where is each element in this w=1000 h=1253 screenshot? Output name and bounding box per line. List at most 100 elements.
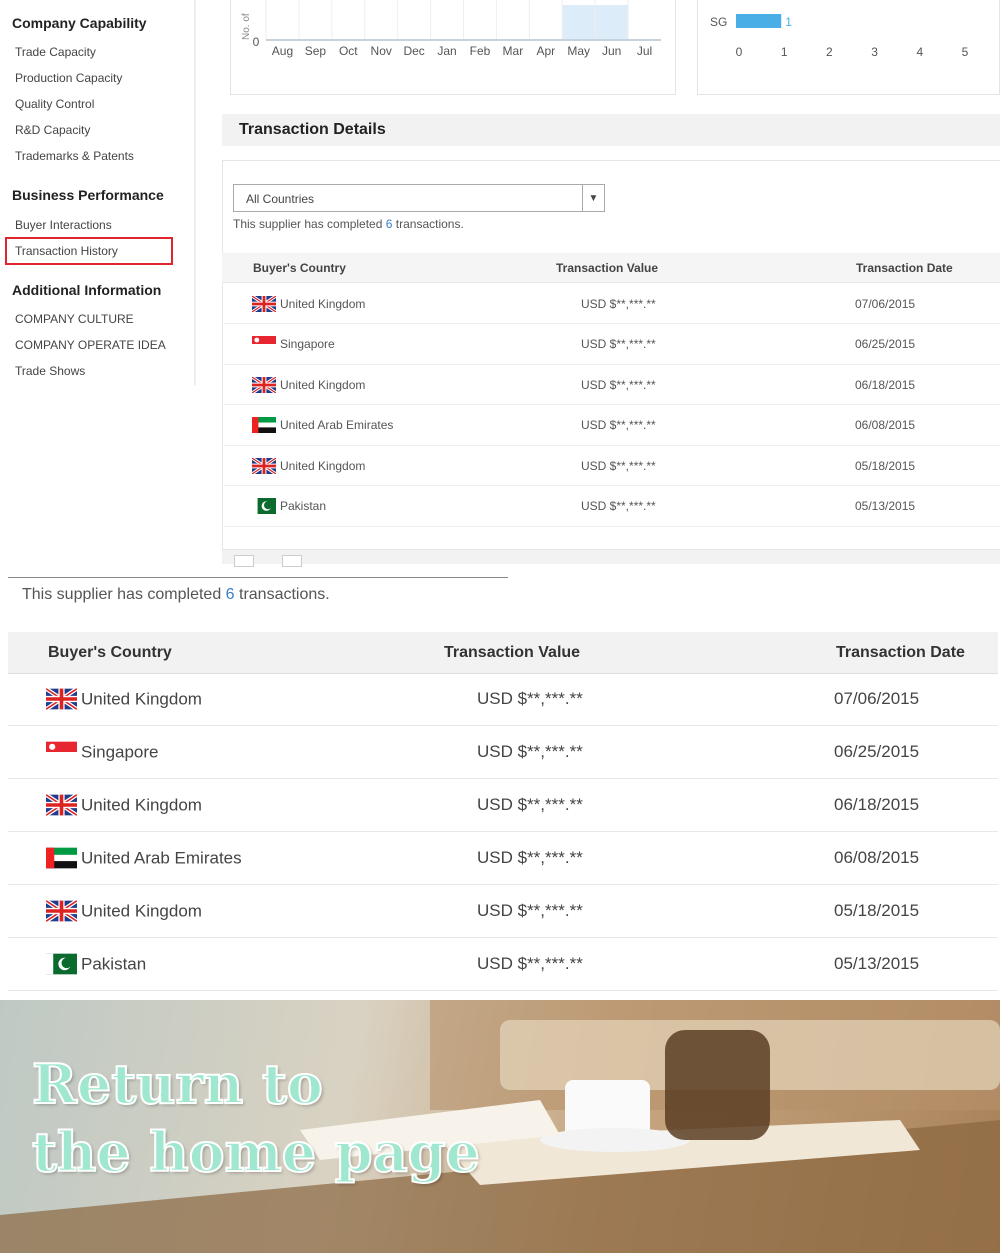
- sidebar-item-company-culture[interactable]: COMPANY CULTURE: [15, 312, 134, 326]
- transaction-date: 06/25/2015: [834, 742, 920, 761]
- table-row: United Kingdom USD $**,***.** 07/06/2015: [8, 673, 998, 726]
- sidebar-item-trade-capacity[interactable]: Trade Capacity: [15, 45, 96, 59]
- transaction-value: USD $**,***.**: [477, 795, 583, 814]
- country-chart-svg: 0 1 2 3 4 5 SG 1: [710, 14, 969, 59]
- table-row: Pakistan USD $**,***.** 05/13/2015: [222, 487, 1000, 527]
- table-row: United Kingdom USD $**,***.** 06/18/2015: [8, 779, 998, 832]
- transaction-count: 6: [225, 586, 235, 603]
- x-tick-label: 5: [962, 45, 969, 59]
- prev-page-button[interactable]: [234, 555, 254, 567]
- next-page-button[interactable]: [282, 555, 302, 567]
- sidebar-item-quality-control[interactable]: Quality Control: [15, 97, 94, 111]
- country-name: United Kingdom: [81, 901, 202, 920]
- transaction-date: 05/18/2015: [834, 901, 920, 920]
- table-row: United Kingdom USD $**,***.** 05/18/2015: [222, 446, 1000, 486]
- country-name: United Kingdom: [280, 377, 366, 392]
- country-cell: United Kingdom: [46, 794, 202, 816]
- transaction-value: USD $**,***.**: [477, 689, 583, 708]
- x-tick-label: Oct: [339, 44, 358, 58]
- table-row: United Kingdom USD $**,***.** 07/06/2015: [222, 284, 1000, 324]
- table-row: United Kingdom USD $**,***.** 05/18/2015: [8, 885, 998, 938]
- monthly-transactions-chart: Aug Sep Oct Nov Dec Jan Feb Mar Apr May Jun Jul 0 No.…: [230, 0, 676, 95]
- bar-value-label: 1: [785, 15, 792, 29]
- country-filter-value: All Countries: [246, 192, 315, 206]
- table-row: Singapore USD $**,***.** 06/25/2015: [8, 726, 998, 779]
- header-value: Transaction Value: [444, 643, 581, 661]
- transaction-date: 05/18/2015: [855, 458, 916, 473]
- sidebar-item-trademarks-patents[interactable]: Trademarks & Patents: [15, 149, 134, 163]
- x-tick-label: Jan: [437, 44, 456, 58]
- pk-flag-icon: [252, 498, 276, 514]
- table-row: United Kingdom USD $**,***.** 06/18/2015: [222, 365, 1000, 405]
- bar: [736, 14, 782, 28]
- transaction-value: USD $**,***.**: [477, 848, 583, 867]
- uk-flag-icon: [252, 295, 276, 312]
- y-axis-label: No. of: [241, 13, 252, 40]
- country-name: United Arab Emirates: [81, 848, 242, 867]
- country-cell: Pakistan: [252, 498, 326, 514]
- transaction-value: USD $**,***.**: [581, 458, 656, 473]
- uk-flag-icon: [252, 457, 276, 474]
- transaction-date: 05/13/2015: [855, 499, 916, 513]
- country-filter-dropdown[interactable]: All Countries ▼: [233, 184, 605, 212]
- x-tick-label: Jul: [637, 44, 652, 58]
- country-name: United Arab Emirates: [280, 418, 394, 432]
- transaction-value: USD $**,***.**: [581, 296, 656, 311]
- sidebar-item-trade-shows[interactable]: Trade Shows: [15, 364, 85, 378]
- uk-flag-icon: [46, 794, 77, 816]
- section-additional-information: Additional Information: [12, 282, 162, 298]
- ae-flag-icon: [252, 417, 276, 433]
- summary-text: This supplier has completed: [233, 217, 386, 231]
- highlight-band: [595, 5, 629, 40]
- chevron-down-icon[interactable]: ▼: [582, 185, 604, 211]
- transaction-summary-zoomed: This supplier has completed 6 transactio…: [22, 586, 330, 604]
- home-page-banner[interactable]: Return to the home page: [0, 1000, 1000, 1253]
- highlight-band: [562, 5, 596, 40]
- pagination-bar: [222, 550, 1000, 567]
- transaction-value: USD $**,***.**: [477, 742, 583, 761]
- table-row: Singapore USD $**,***.** 06/25/2015: [222, 325, 1000, 365]
- uk-flag-icon: [252, 376, 276, 393]
- transaction-value: USD $**,***.**: [581, 337, 656, 351]
- transaction-value: USD $**,***.**: [581, 499, 656, 513]
- summary-text-end: transactions.: [234, 586, 330, 603]
- transaction-date: 06/18/2015: [834, 795, 920, 814]
- sidebar-item-buyer-interactions[interactable]: Buyer Interactions: [15, 218, 112, 232]
- header-country: Buyer's Country: [253, 260, 346, 275]
- table-row: Pakistan USD $**,***.** 05/13/2015: [8, 938, 998, 991]
- country-cell: United Kingdom: [252, 376, 366, 393]
- y-tick-label: 0: [253, 35, 260, 49]
- country-name: United Kingdom: [81, 795, 202, 814]
- return-home-link-line2[interactable]: the home page: [31, 1119, 481, 1185]
- transaction-date: 07/06/2015: [855, 296, 916, 311]
- sidebar-item-transaction-history[interactable]: Transaction History: [5, 237, 173, 265]
- sidebar-item-company-operate-idea[interactable]: COMPANY OPERATE IDEA: [15, 338, 166, 352]
- x-tick-label: Sep: [305, 44, 327, 58]
- table-header-zoomed: Buyer's Country Transaction Value Transa…: [8, 632, 998, 674]
- country-name: United Kingdom: [280, 458, 366, 473]
- table-row: United Arab Emirates USD $**,***.** 06/0…: [8, 832, 998, 885]
- divider: [8, 577, 508, 578]
- country-cell: United Kingdom: [46, 688, 202, 710]
- country-cell: United Arab Emirates: [46, 847, 242, 869]
- sidebar-item-rd-capacity[interactable]: R&D Capacity: [15, 123, 90, 137]
- country-cell: United Kingdom: [252, 457, 366, 474]
- country-name: Singapore: [280, 337, 335, 351]
- x-tick-label: 4: [916, 45, 923, 59]
- transaction-date: 06/18/2015: [855, 377, 916, 392]
- x-tick-label: 1: [781, 45, 788, 59]
- x-tick-label: Mar: [503, 44, 524, 58]
- country-cell: United Kingdom: [252, 295, 366, 312]
- sidebar-item-production-capacity[interactable]: Production Capacity: [15, 71, 122, 85]
- x-tick-label: 2: [826, 45, 833, 59]
- country-name: United Kingdom: [280, 296, 366, 311]
- transaction-value: USD $**,***.**: [581, 418, 656, 432]
- transaction-date: 05/13/2015: [834, 954, 920, 973]
- monthly-chart-svg: Aug Sep Oct Nov Dec Jan Feb Mar Apr May Jun Jul 0No.…: [241, 0, 661, 58]
- x-tick-label: Nov: [371, 44, 392, 58]
- transaction-date: 06/08/2015: [834, 848, 920, 867]
- country-transactions-chart: 0 1 2 3 4 5 SG 1: [697, 0, 1000, 95]
- return-home-link-line1[interactable]: Return to: [31, 1051, 324, 1117]
- sg-flag-icon: [252, 336, 276, 352]
- country-cell: Pakistan: [46, 953, 146, 975]
